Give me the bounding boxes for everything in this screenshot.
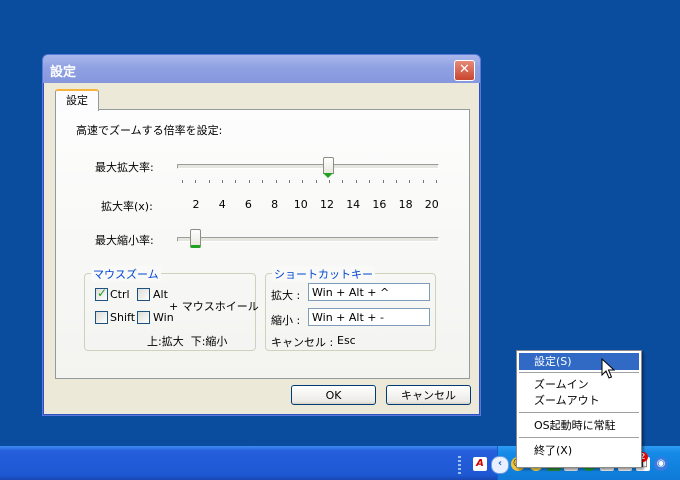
zoom-out-shortcut-label: 縮小 : (271, 314, 301, 327)
scale-value: 18 (398, 198, 413, 211)
menu-item-startup[interactable]: OS起動時に常駐 (519, 417, 639, 434)
slider-tick (422, 180, 424, 183)
slider-tick (369, 180, 371, 183)
slider-tick (395, 180, 397, 183)
alt-checkbox[interactable] (137, 288, 150, 301)
slider-tick (235, 180, 237, 183)
chevron-left-icon[interactable]: ‹ (491, 456, 509, 474)
mouse-zoom-legend: マウスズーム (91, 266, 161, 282)
dialog-body: 設定 高速でズームする倍率を設定: 最大拡大率: 拡大率(x): 2 4 6 8 10 1… (46, 83, 477, 412)
scale-value: 8 (271, 198, 279, 211)
slider-tick (262, 180, 264, 183)
scale-value: 20 (424, 198, 439, 211)
menu-item-zoom-out[interactable]: ズームアウト (519, 393, 639, 409)
scale-value: 16 (372, 198, 387, 211)
title-bar[interactable]: 設定 ✕ (43, 55, 480, 83)
ctrl-checkbox[interactable]: ✓ (95, 286, 108, 301)
slider-tick (409, 180, 411, 183)
max-zoom-track[interactable] (177, 164, 439, 169)
globe-icon[interactable]: ◉ (654, 457, 668, 471)
zoom-in-shortcut-label: 拡大 : (271, 289, 301, 302)
slider-tick (342, 180, 344, 183)
menu-separator (519, 372, 639, 373)
slider-tick (275, 180, 277, 183)
cancel-shortcut-value: Esc (337, 334, 356, 347)
ctrl-label[interactable]: Ctrl (110, 288, 130, 301)
tab-page: 高速でズームする倍率を設定: 最大拡大率: 拡大率(x): 2 4 6 8 10 12 14… (55, 109, 470, 379)
slider-tick (222, 180, 224, 183)
zoom-in-shortcut-field[interactable]: Win + Alt + ^ (308, 283, 430, 301)
close-button[interactable]: ✕ (454, 60, 475, 81)
max-zoom-label: 最大拡大率: (95, 161, 154, 174)
shift-label[interactable]: Shift (110, 311, 135, 324)
zoom-out-shortcut-field[interactable]: Win + Alt + - (308, 308, 430, 326)
shortcut-group: ショートカットキー 拡大 : Win + Alt + ^ 縮小 : Win + … (265, 266, 436, 351)
win-label[interactable]: Win (153, 311, 174, 324)
menu-item-settings[interactable]: 設定(S) (519, 353, 639, 370)
taskbar-grip[interactable] (458, 456, 461, 474)
slider-tick (382, 180, 384, 183)
slider-tick (315, 180, 317, 183)
menu-item-exit[interactable]: 終了(X) (519, 442, 639, 459)
mouse-cursor-icon (601, 358, 615, 379)
min-zoom-thumb[interactable] (190, 229, 201, 248)
window-title: 設定 (50, 65, 77, 80)
slider-tick (182, 180, 183, 183)
min-zoom-track[interactable] (177, 237, 439, 242)
slider-tick (436, 180, 437, 183)
alt-label[interactable]: Alt (153, 288, 168, 301)
scale-value: 4 (218, 198, 226, 211)
scale-value: 14 (346, 198, 361, 211)
win-checkbox[interactable] (137, 311, 150, 324)
acrobat-icon[interactable]: A (473, 457, 487, 471)
mouse-zoom-group: マウスズーム ✓ Ctrl Alt + マウスホイール Shift Win 上:… (84, 266, 259, 351)
min-zoom-label: 最大縮小率: (95, 234, 154, 247)
shift-checkbox[interactable] (95, 311, 108, 324)
slider-tick (208, 180, 210, 183)
slider-tick (355, 180, 357, 183)
slider-tick (288, 180, 290, 183)
slider-tick (329, 180, 331, 183)
ok-button[interactable]: OK (291, 385, 376, 405)
menu-separator (519, 412, 639, 413)
mouse-zoom-hint: 上:拡大 下:縮小 (147, 335, 228, 348)
zoom-heading: 高速でズームする倍率を設定: (76, 124, 223, 137)
menu-separator (519, 437, 639, 438)
scale-value: 10 (293, 198, 308, 211)
scale-label: 拡大率(x): (101, 200, 153, 213)
slider-tick (195, 180, 197, 183)
shortcut-legend: ショートカットキー (272, 266, 375, 282)
tray-context-menu: 設定(S) ズームイン ズームアウト OS起動時に常駐 終了(X) (516, 350, 642, 468)
scale-value: 2 (192, 198, 200, 211)
slider-tick (248, 180, 250, 183)
scale-value: 6 (244, 198, 252, 211)
max-zoom-thumb[interactable] (323, 157, 334, 178)
cancel-shortcut-label: キャンセル : (271, 336, 334, 349)
tab-settings[interactable]: 設定 (55, 89, 99, 111)
scale-value: 12 (320, 198, 334, 211)
slider-tick (302, 180, 304, 183)
plus-wheel-label: + マウスホイール (169, 300, 259, 313)
checkmark-icon: ✓ (97, 286, 108, 300)
max-zoom-ticks (182, 180, 437, 184)
settings-dialog: 設定 ✕ 設定 高速でズームする倍率を設定: 最大拡大率: 拡大率(x): 2 4… (42, 54, 481, 416)
menu-item-zoom-in[interactable]: ズームイン (519, 377, 639, 393)
cancel-button[interactable]: キャンセル (386, 385, 471, 405)
